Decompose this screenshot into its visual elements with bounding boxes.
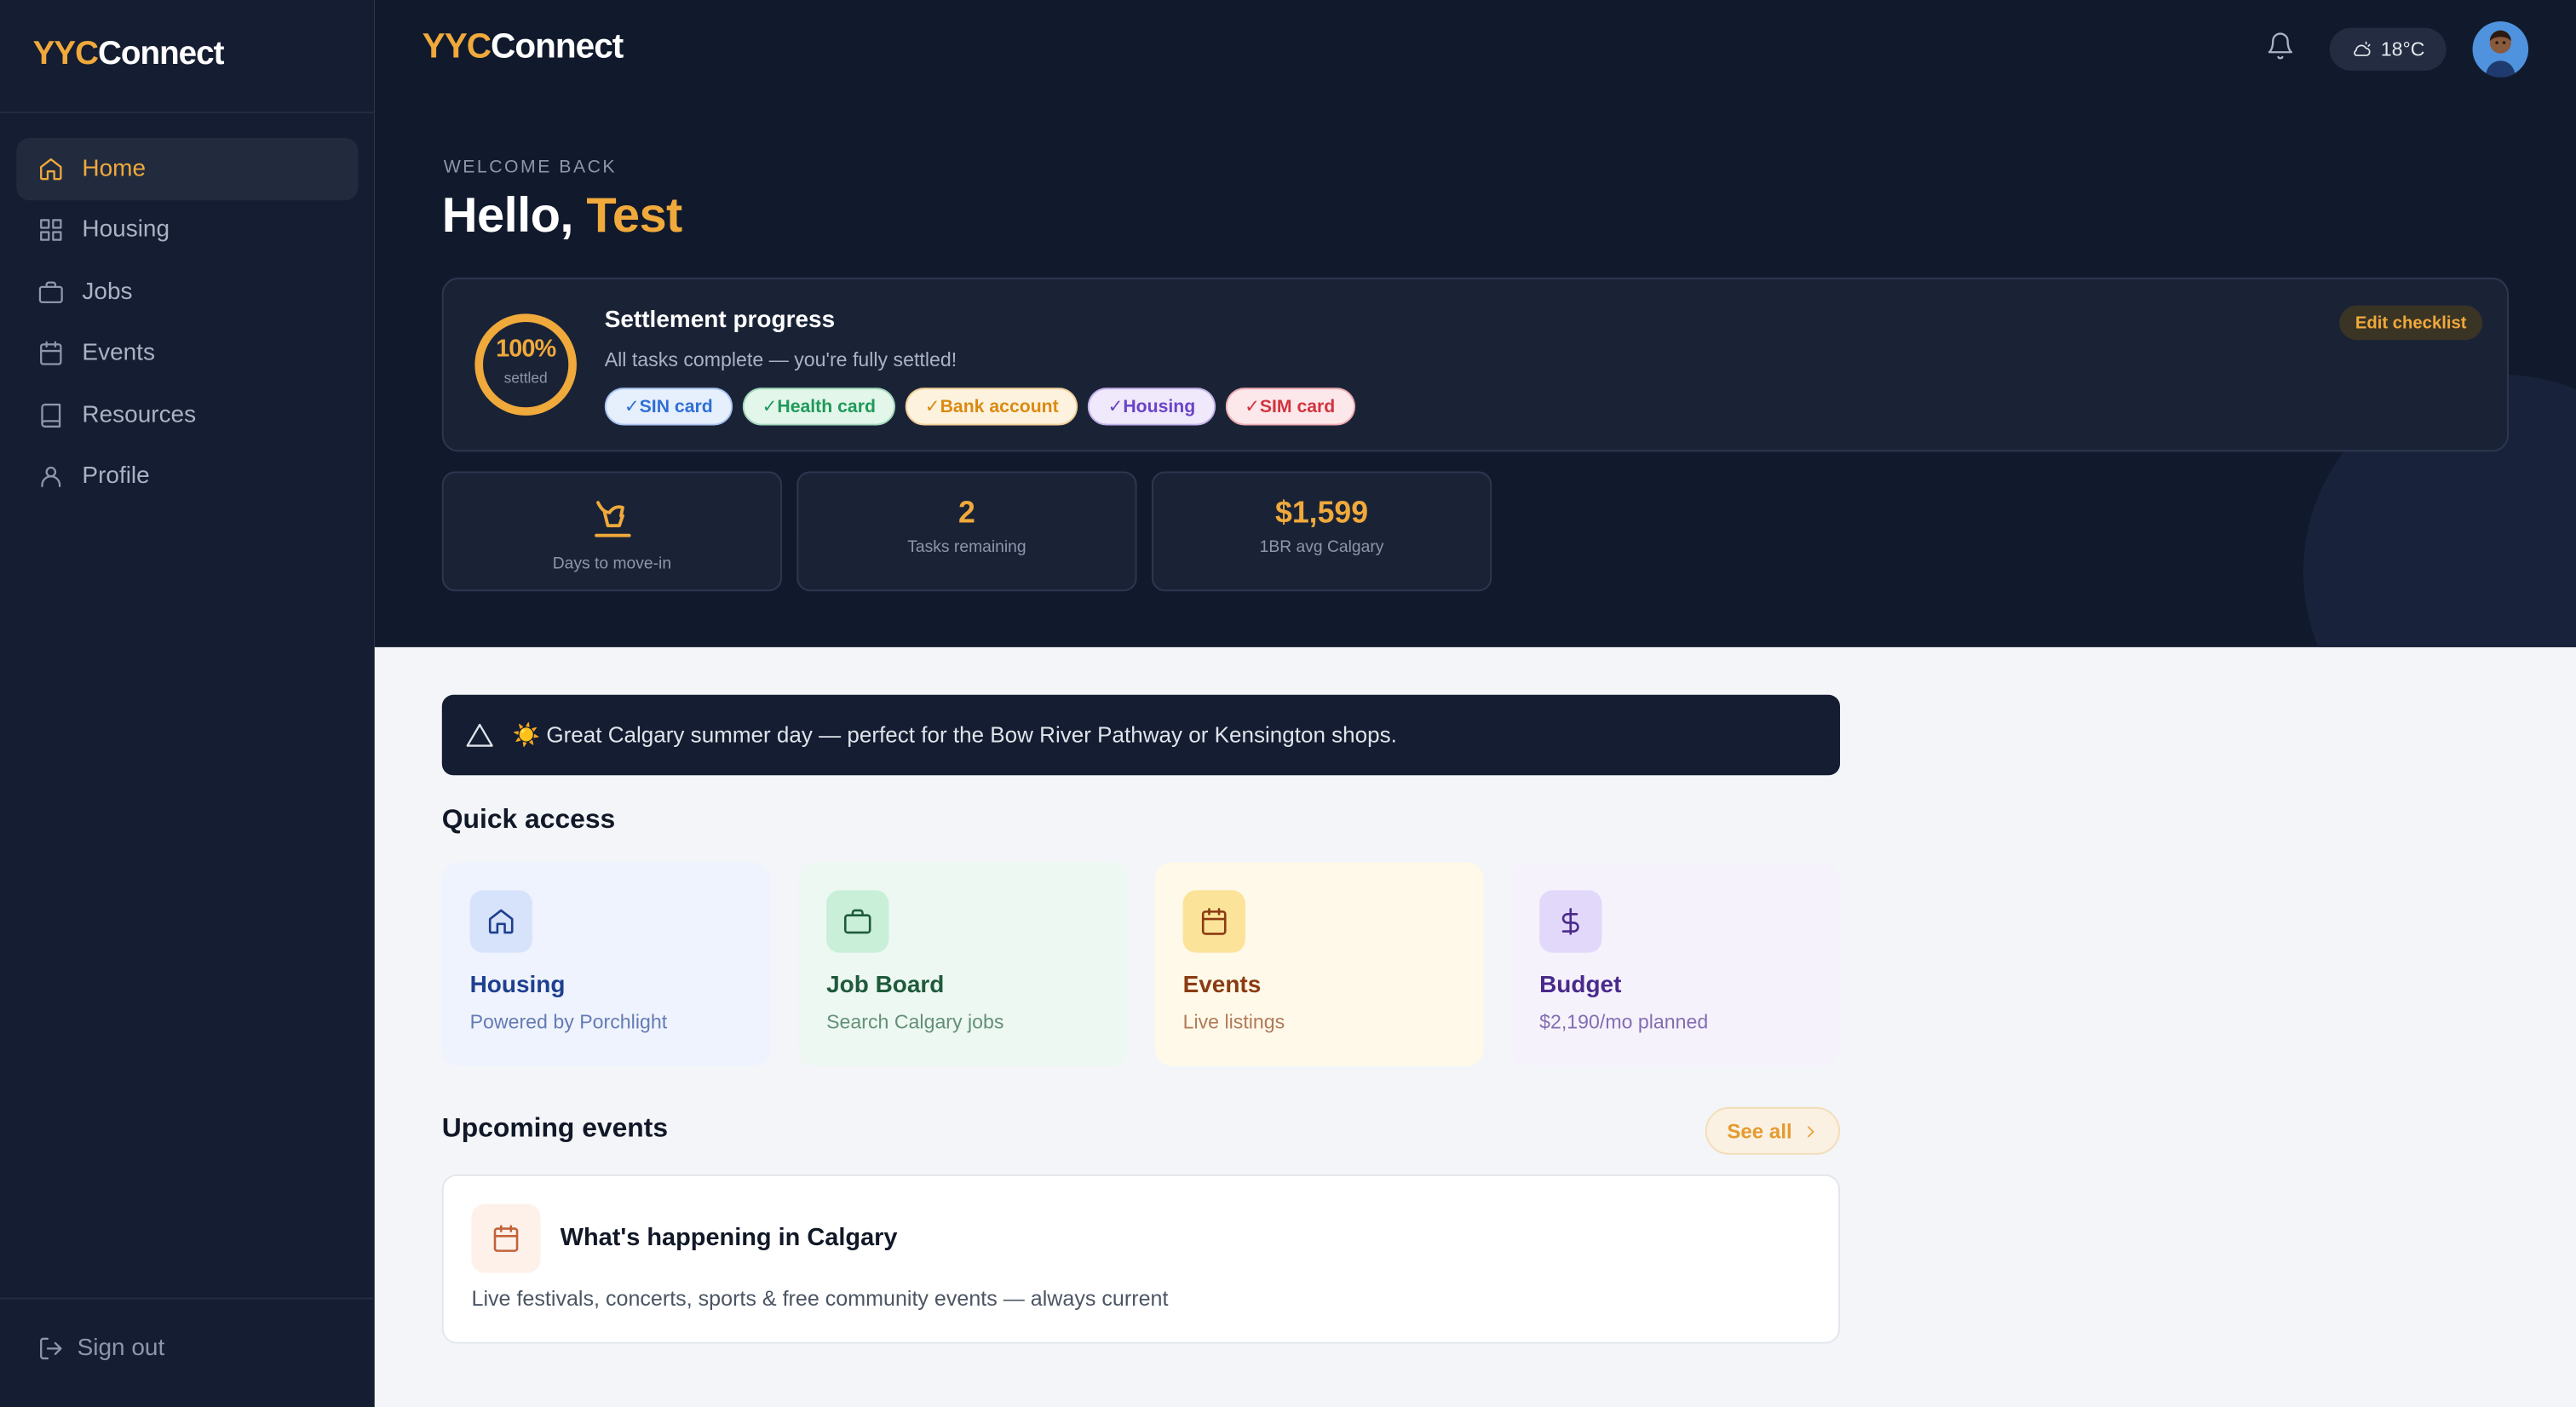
quick-card-title: Events [1182, 972, 1262, 999]
dollar-icon [1561, 908, 1579, 935]
calendar-icon [40, 342, 62, 366]
logo-yyc: YYC [32, 36, 99, 72]
home-icon [40, 158, 62, 180]
settlement-subtitle: All tasks complete — you're fully settle… [604, 347, 957, 371]
quick-card-title: Budget [1539, 972, 1622, 999]
sidebar-item-housing[interactable]: Housing [16, 199, 358, 261]
grid-icon [40, 219, 62, 242]
edit-checklist-button[interactable]: Edit checklist [2339, 305, 2483, 341]
sign-icon [595, 501, 631, 537]
page-title: Hello, Test [441, 188, 683, 245]
logo-connect: Connect [491, 27, 624, 66]
notifications-button[interactable] [2266, 32, 2296, 61]
chip-health-card[interactable]: ✓Health card [742, 388, 896, 426]
hero-section: YYCConnect 18°C WELCOME BACK Hello, Test [374, 0, 2576, 647]
logo-connect: Connect [97, 36, 224, 72]
event-icon-wrap [471, 1203, 541, 1273]
sidebar-bottom-divider [0, 1297, 375, 1300]
avatar-illustration [2485, 30, 2516, 78]
warning-triangle-icon [466, 722, 493, 746]
sign-out-button[interactable]: Sign out [37, 1335, 164, 1362]
quick-card-budget[interactable]: Budget $2,190/mo planned [1511, 862, 1841, 1066]
quick-card-icon-wrap [1539, 890, 1602, 953]
header-logo[interactable]: YYCConnect [423, 28, 624, 67]
quick-card-title: Housing [469, 972, 566, 999]
weather-temp: 18°C [2380, 37, 2425, 61]
sidebar-item-label: Jobs [82, 279, 133, 306]
quick-card-subtitle: Powered by Porchlight [469, 1010, 668, 1034]
quick-card-title: Job Board [826, 972, 945, 999]
user-icon [41, 467, 61, 488]
bell-icon [2268, 32, 2293, 60]
chevron-right-icon [1807, 1125, 1814, 1137]
quick-access-title: Quick access [441, 805, 616, 835]
stat-label: Days to move-in [552, 554, 672, 574]
sidebar-nav: Home Housing Jobs Events Resources Profi… [16, 138, 359, 508]
sidebar-item-home[interactable]: Home [16, 138, 359, 200]
sidebar-item-label: Resources [82, 402, 197, 428]
sidebar-divider [0, 112, 375, 114]
banner-text: ☀️ Great Calgary summer day — perfect fo… [512, 721, 1397, 747]
sidebar-logo[interactable]: YYCConnect [32, 36, 225, 73]
briefcase-icon [38, 281, 63, 303]
cloud-sun-icon [2354, 40, 2371, 55]
quick-card-icon-wrap [469, 890, 532, 953]
sidebar-item-label: Housing [82, 217, 170, 244]
event-card[interactable]: What's happening in Calgary Live festiva… [441, 1174, 1841, 1344]
stat-value: 2 [958, 494, 975, 530]
hello-text: Hello, [441, 188, 574, 244]
upcoming-events-title: Upcoming events [441, 1113, 669, 1144]
sidebar-item-profile[interactable]: Profile [16, 446, 358, 508]
logo-yyc: YYC [422, 27, 492, 66]
see-all-label: See all [1727, 1119, 1792, 1143]
sidebar-item-resources[interactable]: Resources [16, 384, 358, 445]
calendar-icon [1201, 908, 1227, 935]
progress-ring: 100% settled [474, 313, 577, 416]
avatar[interactable] [2472, 21, 2529, 78]
sidebar-item-label: Profile [82, 463, 150, 491]
see-all-button[interactable]: See all [1705, 1106, 1841, 1155]
sidebar: YYCConnect Home Housing Jobs Events Reso… [0, 0, 375, 1407]
stat-label: 1BR avg Calgary [1259, 538, 1384, 557]
briefcase-icon [843, 909, 871, 934]
stat-avg-rent: $1,599 1BR avg Calgary [1151, 471, 1492, 592]
quick-card-icon-wrap [826, 890, 889, 953]
quick-card-subtitle: Search Calgary jobs [826, 1010, 1004, 1034]
stat-days-to-move-in: Days to move-in [441, 471, 783, 592]
app-root: YYCConnect Home Housing Jobs Events Reso… [0, 0, 2576, 1407]
quick-card-subtitle: $2,190/mo planned [1539, 1010, 1709, 1034]
settlement-card: 100% settled Settlement progress All tas… [441, 277, 2509, 452]
event-card-subtitle: Live festivals, concerts, sports & free … [471, 1286, 1169, 1312]
quick-card-events[interactable]: Events Live listings [1154, 862, 1484, 1066]
sign-out-icon [40, 1337, 62, 1360]
weather-pill[interactable]: 18°C [2329, 27, 2447, 71]
stat-label: Tasks remaining [907, 538, 1026, 557]
user-name: Test [586, 188, 682, 244]
weather-banner: ☀️ Great Calgary summer day — perfect fo… [441, 694, 1841, 776]
sign-out-label: Sign out [77, 1335, 165, 1362]
stat-value: $1,599 [1274, 494, 1369, 530]
settlement-title: Settlement progress [604, 307, 836, 334]
welcome-eyebrow: WELCOME BACK [443, 158, 618, 178]
quick-card-subtitle: Live listings [1182, 1010, 1285, 1034]
progress-percent: 100% [496, 335, 556, 364]
progress-label: settled [503, 369, 548, 387]
chip-sin-card[interactable]: ✓SIN card [604, 388, 733, 426]
quick-card-housing[interactable]: Housing Powered by Porchlight [441, 862, 771, 1066]
sidebar-item-label: Events [82, 340, 155, 367]
book-icon [41, 403, 61, 428]
checklist-chips: ✓SIN card ✓Health card ✓Bank account ✓Ho… [604, 388, 1365, 426]
chip-housing[interactable]: ✓Housing [1088, 388, 1216, 426]
chip-sim-card[interactable]: ✓SIM card [1224, 388, 1355, 426]
home-icon [488, 909, 514, 934]
sidebar-item-label: Home [82, 155, 147, 182]
chip-bank-account[interactable]: ✓Bank account [905, 388, 1078, 426]
sidebar-item-events[interactable]: Events [16, 323, 358, 384]
event-card-title: What's happening in Calgary [560, 1223, 898, 1252]
sidebar-item-jobs[interactable]: Jobs [16, 261, 358, 323]
quick-card-icon-wrap [1182, 890, 1245, 953]
stat-tasks-remaining: 2 Tasks remaining [796, 471, 1137, 592]
quick-card-job-board[interactable]: Job Board Search Calgary jobs [798, 862, 1128, 1066]
calendar-icon [493, 1225, 519, 1252]
